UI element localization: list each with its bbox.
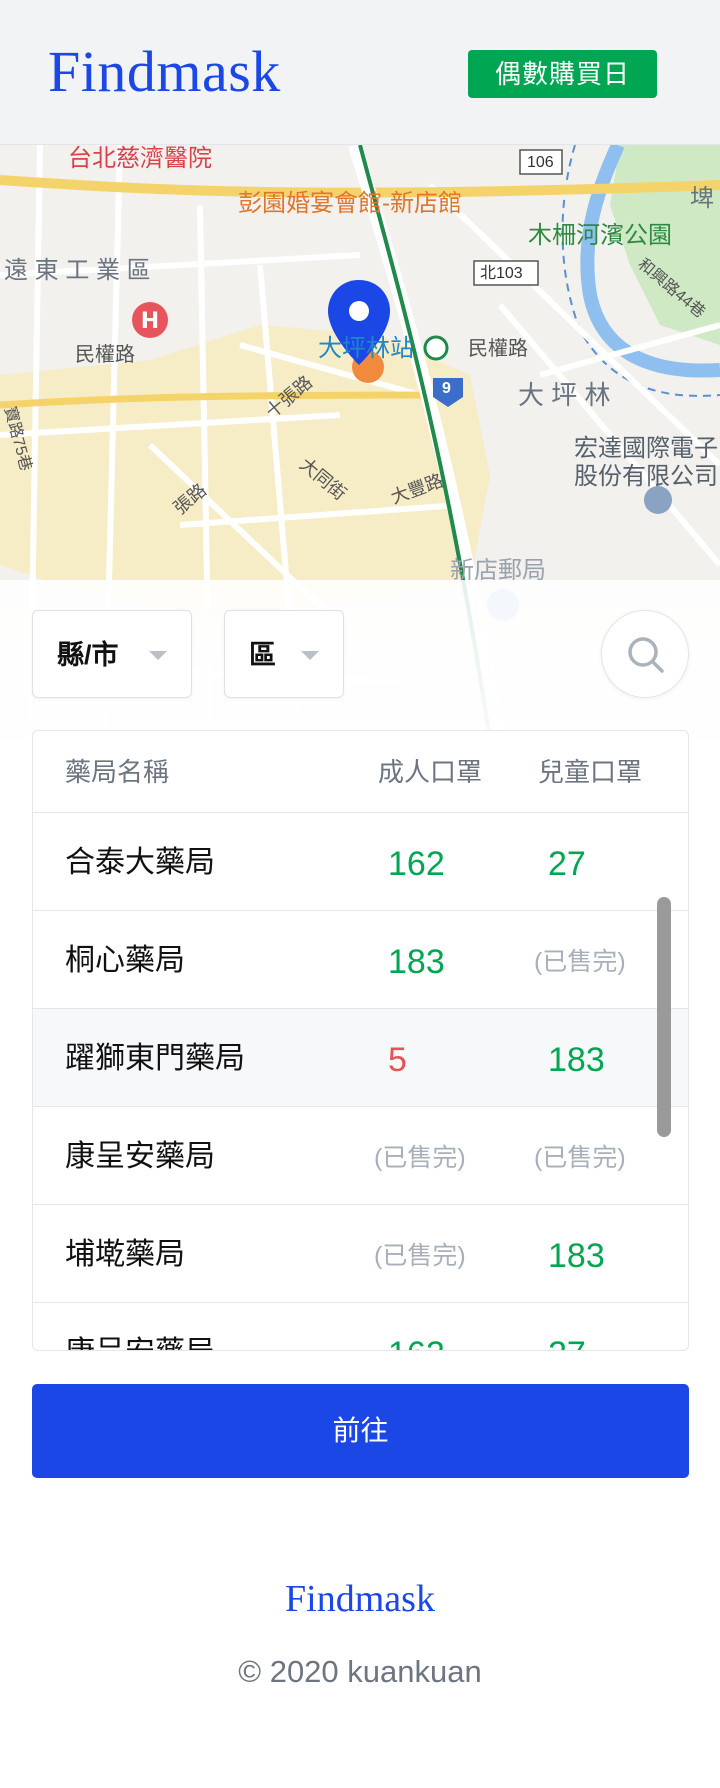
child-mask-count: 27 bbox=[548, 1335, 586, 1350]
table-row[interactable]: 合泰大藥局 162 27 bbox=[33, 813, 688, 911]
child-mask-count: (已售完) bbox=[534, 948, 626, 976]
table-row[interactable]: 躍獅東門藥局 5 183 bbox=[33, 1009, 688, 1107]
map-label-shield-106: 106 bbox=[527, 154, 554, 171]
map-label-park: 木柵河濱公園 bbox=[528, 222, 672, 249]
map-label-road-minquan-e: 民權路 bbox=[468, 338, 528, 360]
child-mask-count: (已售完) bbox=[534, 1144, 626, 1172]
table-header: 藥局名稱 成人口罩 兒童口罩 bbox=[33, 731, 688, 813]
map-label-station: 大坪林站 bbox=[318, 335, 414, 362]
map-label-company-1: 宏達國際電子 bbox=[574, 435, 718, 462]
adult-mask-count: 162 bbox=[388, 1335, 445, 1350]
svg-text:H: H bbox=[141, 309, 159, 334]
search-icon bbox=[628, 637, 664, 673]
search-button[interactable] bbox=[601, 610, 689, 698]
table-row[interactable]: 桐心藥局 183 (已售完) bbox=[33, 911, 688, 1009]
chevron-down-icon bbox=[149, 651, 167, 660]
pharmacy-name: 埔墘藥局 bbox=[65, 1238, 185, 1271]
map-label-area: 大 坪 林 bbox=[518, 380, 611, 410]
city-select[interactable]: 縣/市 bbox=[32, 610, 192, 698]
adult-mask-count: 5 bbox=[388, 1041, 407, 1079]
column-header-name: 藥局名稱 bbox=[65, 757, 170, 787]
map-label-shield-n103: 北103 bbox=[480, 265, 523, 282]
purchase-day-badge: 偶數購買日 bbox=[468, 50, 657, 98]
map-label-corner: 埤 bbox=[690, 185, 714, 212]
adult-mask-count: 183 bbox=[388, 943, 445, 981]
map-label-hospital: 台北慈濟醫院 bbox=[68, 145, 212, 172]
pharmacy-name: 桐心藥局 bbox=[65, 944, 185, 977]
district-select-label: 區 bbox=[249, 640, 276, 670]
adult-mask-count: (已售完) bbox=[374, 1242, 466, 1270]
child-mask-count: 183 bbox=[548, 1237, 605, 1275]
table-scrollbar[interactable] bbox=[657, 897, 671, 1137]
column-header-adult: 成人口罩 bbox=[378, 757, 483, 787]
map-label-shield-9: 9 bbox=[442, 380, 451, 397]
district-select[interactable]: 區 bbox=[224, 610, 344, 698]
child-mask-count: 27 bbox=[548, 845, 586, 883]
chevron-down-icon bbox=[301, 651, 319, 660]
footer-copyright: © 2020 kuankuan bbox=[238, 1654, 482, 1689]
adult-mask-count: 162 bbox=[388, 845, 445, 883]
pharmacy-name: 躍獅東門藥局 bbox=[65, 1042, 245, 1075]
map-label-restaurant: 彭園婚宴會館-新店館 bbox=[238, 190, 462, 217]
map-label-company-2: 股份有限公司 bbox=[574, 463, 718, 490]
city-select-label: 縣/市 bbox=[57, 640, 119, 670]
child-mask-count: 183 bbox=[548, 1041, 605, 1079]
map-label-road-minquan-w: 民權路 bbox=[75, 344, 135, 366]
table-row[interactable]: 康呈安藥局 (已售完) (已售完) bbox=[33, 1107, 688, 1205]
go-button[interactable]: 前往 bbox=[32, 1384, 689, 1478]
pharmacy-table[interactable]: 藥局名稱 成人口罩 兒童口罩 合泰大藥局 162 27 桐心藥局 183 (已售完) 躍獅東… bbox=[32, 730, 689, 1351]
pharmacy-name: 康呈安藥局 bbox=[65, 1335, 215, 1350]
footer-logo[interactable]: Findmask bbox=[0, 1574, 720, 1624]
table-row[interactable]: 埔墘藥局 (已售完) 183 bbox=[33, 1205, 688, 1303]
table-row[interactable]: 康呈安藥局 162 27 bbox=[33, 1303, 688, 1350]
adult-mask-count: (已售完) bbox=[374, 1144, 466, 1172]
map-label-industrial: 遠 東 工 業 區 bbox=[4, 257, 151, 284]
pharmacy-name: 康呈安藥局 bbox=[65, 1140, 215, 1173]
pharmacy-name: 合泰大藥局 bbox=[65, 846, 215, 879]
column-header-child: 兒童口罩 bbox=[538, 757, 643, 787]
app-logo[interactable]: Findmask bbox=[48, 36, 281, 108]
app-header: Findmask 偶數購買日 bbox=[0, 0, 720, 145]
